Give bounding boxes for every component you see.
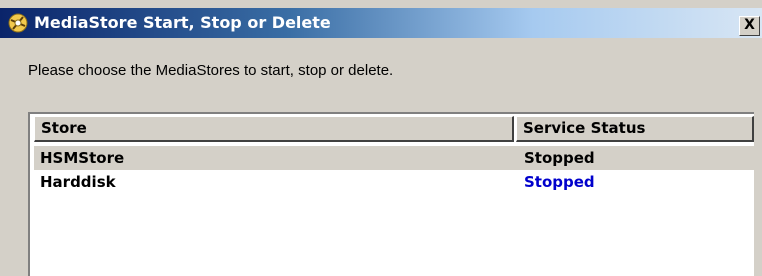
store-name: Harddisk: [40, 173, 116, 191]
instruction-text: Please choose the MediaStores to start, …: [28, 62, 394, 79]
service-status: Stopped: [524, 173, 595, 191]
service-status: Stopped: [524, 149, 595, 167]
column-header-service-status[interactable]: Service Status: [516, 116, 754, 142]
list-row-hsmstore[interactable]: HSMStore Stopped: [34, 146, 754, 170]
title-bar[interactable]: MediaStore Start, Stop or Delete X: [0, 8, 762, 38]
column-header-store[interactable]: Store: [34, 116, 514, 142]
list-header: Store Service Status: [34, 116, 754, 142]
window-title: MediaStore Start, Stop or Delete: [34, 13, 331, 32]
mediastore-list[interactable]: Store Service Status HSMStore Stopped Ha…: [28, 112, 754, 276]
mediastore-app-icon: [8, 13, 28, 33]
list-row-harddisk[interactable]: Harddisk Stopped: [34, 170, 754, 194]
dialog-window: MediaStore Start, Stop or Delete X Pleas…: [0, 0, 762, 276]
store-name: HSMStore: [40, 149, 125, 167]
close-button[interactable]: X: [739, 16, 760, 36]
